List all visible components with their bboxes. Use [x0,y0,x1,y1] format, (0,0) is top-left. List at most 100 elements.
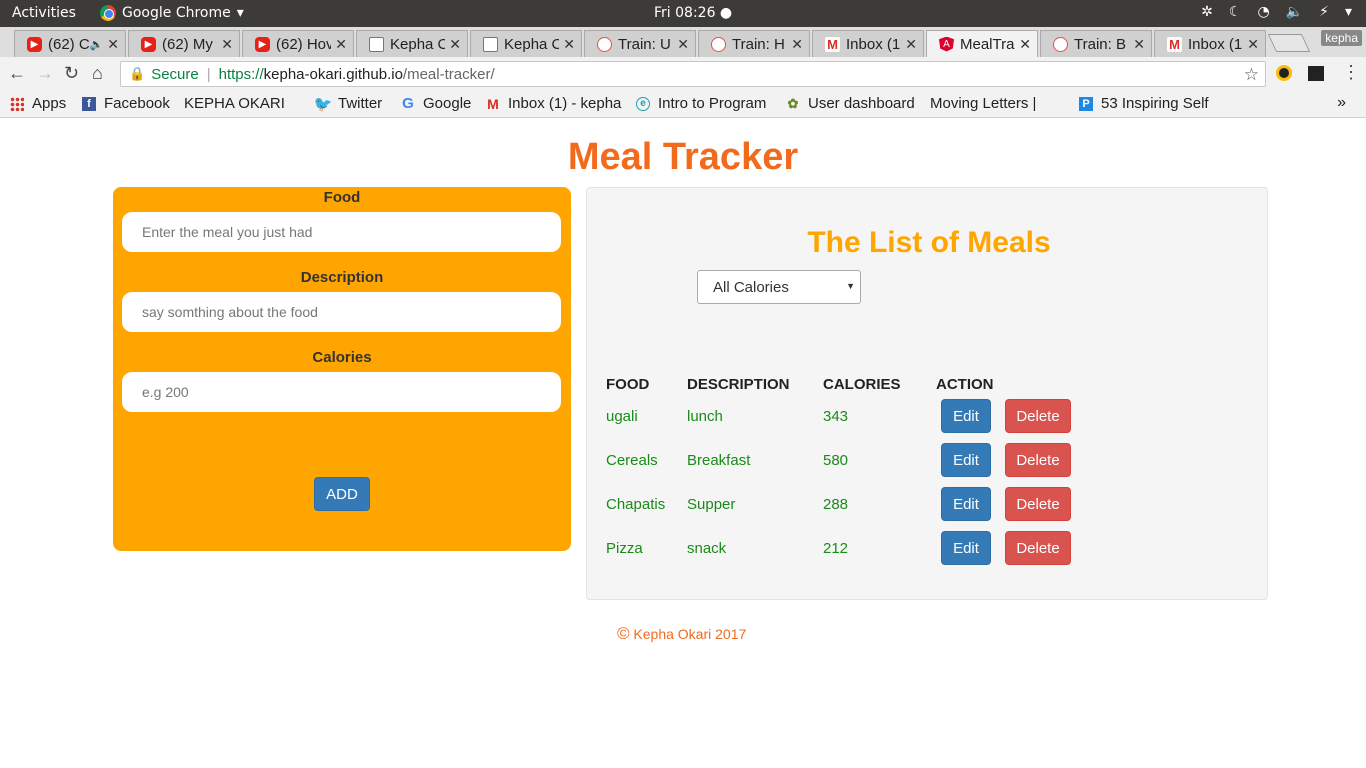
meal-food: Pizza [606,540,643,557]
bookmark-google[interactable]: G Google [401,95,471,112]
home-icon[interactable]: ⌂ [92,63,103,84]
profile-badge[interactable]: kepha [1321,30,1362,46]
tab-title: (62) C [48,35,90,53]
meal-description: snack [687,540,727,557]
bookmark-moving-letters[interactable]: Moving Letters | [930,95,1036,227]
edit-button[interactable]: Edit [941,487,991,521]
column-header-calories: CALORIES [823,376,901,393]
gmail-icon: M [825,36,840,52]
youtube-icon: ▶ [27,36,42,52]
close-tab-icon[interactable]: ✕ [1019,36,1031,53]
close-tab-icon[interactable]: ✕ [449,36,461,53]
browser-tab[interactable]: ▶ (62) C 🔈 ✕ [14,30,126,57]
menu-icon[interactable]: ⋮ [1342,62,1360,83]
page-icon [369,36,384,52]
settings-icon[interactable]: ✲ [1201,4,1213,20]
browser-tab[interactable]: Train: U ✕ [584,30,696,57]
lock-icon[interactable]: 🔒 [129,66,145,82]
bookmark-user-dashboard[interactable]: ✿ User dashboard [786,95,915,112]
clock[interactable]: Fri 08:26 ● [654,5,732,21]
delete-button[interactable]: Delete [1005,487,1071,521]
bookmark-53-inspiring[interactable]: P 53 Inspiring Self [1079,95,1209,112]
bookmark-star-icon[interactable]: ☆ [1244,65,1259,85]
browser-tab[interactable]: M Inbox (1 ✕ [812,30,924,57]
volume-icon[interactable]: 🔈 [1286,4,1303,20]
extension-icon[interactable] [1308,66,1324,81]
close-tab-icon[interactable]: ✕ [905,36,917,53]
meal-food: ugali [606,408,638,425]
close-tab-icon[interactable]: ✕ [107,36,119,53]
url-host: kepha-okari.github.io [263,65,403,83]
user-dashboard-icon: ✿ [787,95,799,111]
close-tab-icon[interactable]: ✕ [221,36,233,53]
bookmark-intro[interactable]: e Intro to Program [636,95,766,112]
tab-title: Train: H [732,35,785,53]
close-tab-icon[interactable]: ✕ [1133,36,1145,53]
close-tab-icon[interactable]: ✕ [791,36,803,53]
bookmark-label: Twitter [338,95,383,112]
browser-tab[interactable]: Train: B ✕ [1040,30,1152,57]
reload-icon[interactable]: ↻ [64,63,79,84]
delete-button[interactable]: Delete [1005,531,1071,565]
train-icon [597,36,612,52]
back-icon[interactable]: ← [8,63,26,84]
close-tab-icon[interactable]: ✕ [563,36,575,53]
system-menu-icon[interactable]: ▾ [1345,4,1352,20]
tab-title: (62) My [162,35,213,53]
bookmark-label: 53 Inspiring Self [1101,95,1209,112]
delete-button[interactable]: Delete [1005,443,1071,477]
meal-food: Cereals [606,452,658,469]
bookmark-kepha-okari[interactable]: KEPHA OKARI [184,95,285,227]
gmail-icon: M [487,95,499,112]
edit-button[interactable]: Edit [941,531,991,565]
bookmark-inbox[interactable]: M Inbox (1) - kepha [486,95,621,112]
browser-tab[interactable]: Kepha C ✕ [470,30,582,57]
browser-tab-active[interactable]: A MealTra ✕ [926,30,1038,57]
facebook-icon: f [82,96,96,111]
description-input[interactable] [122,292,561,332]
browser-tab[interactable]: ▶ (62) My ✕ [128,30,240,57]
close-tab-icon[interactable]: ✕ [677,36,689,53]
chevron-down-icon: ▾ [236,5,244,21]
meal-description: Supper [687,496,736,513]
speaker-icon[interactable]: 🔈 [90,38,104,51]
p-icon: P [1079,96,1093,111]
train-icon [1053,36,1068,52]
wifi-icon[interactable]: ◔ [1257,4,1269,20]
table-row: Chapatis Supper 288 Edit Delete [587,487,1269,531]
night-light-icon[interactable]: ☾ [1229,4,1242,20]
delete-button[interactable]: Delete [1005,399,1071,433]
edit-button[interactable]: Edit [941,443,991,477]
tab-title: (62) Hov [276,35,332,53]
activities-button[interactable]: Activities [12,5,76,21]
calories-input[interactable] [122,372,561,412]
app-menu[interactable]: Google Chrome ▾ [100,5,244,21]
edit-button[interactable]: Edit [941,399,991,433]
meal-form: Food Description Calories ADD [113,187,571,551]
address-bar[interactable]: 🔒 Secure | https://kepha-okari.github.io… [120,61,1266,87]
bookmark-label: Intro to Program [658,95,767,112]
browser-tab[interactable]: Kepha C ✕ [356,30,468,57]
calorie-filter-select[interactable]: All Calories ▼ [697,270,861,304]
battery-icon[interactable]: ⚡ [1319,4,1329,20]
meal-calories: 343 [823,408,849,425]
meal-food: Chapatis [606,496,666,513]
browser-tab[interactable]: M Inbox (1 ✕ [1154,30,1266,57]
browser-tab[interactable]: Train: H ✕ [698,30,810,57]
add-meal-button[interactable]: ADD [314,477,370,511]
close-tab-icon[interactable]: ✕ [335,36,347,53]
meal-calories: 212 [823,540,849,557]
extension-icon[interactable] [1276,65,1292,81]
food-input[interactable] [122,212,561,252]
bookmark-twitter[interactable]: 🐦 Twitter [314,95,383,113]
url-scheme: https:// [218,65,264,83]
gmail-icon: M [1167,36,1182,52]
bookmark-facebook[interactable]: f Facebook [82,95,170,112]
page-title: Meal Tracker [567,136,799,178]
more-bookmarks-icon[interactable]: » [1337,94,1346,112]
system-tray[interactable]: ✲ ☾ ◔ 🔈 ⚡ ▾ [1201,4,1352,20]
bookmark-apps[interactable]: Apps [10,95,66,112]
browser-tab[interactable]: ▶ (62) Hov ✕ [242,30,354,57]
close-tab-icon[interactable]: ✕ [1247,36,1259,53]
forward-icon[interactable]: → [36,63,54,84]
